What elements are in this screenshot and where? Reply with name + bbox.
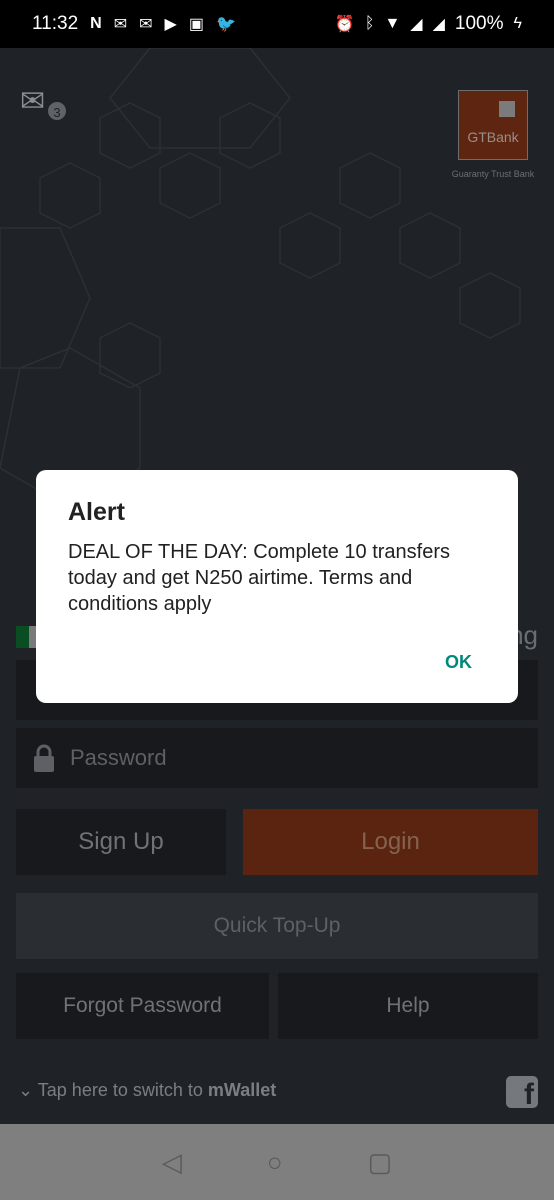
signal-icon: ◢ (410, 16, 423, 33)
password-field[interactable]: Password (16, 728, 538, 788)
clock: 11:32 (32, 13, 79, 34)
home-icon[interactable]: ○ (267, 1147, 283, 1178)
sign-up-button[interactable]: Sign Up (16, 809, 226, 875)
password-placeholder: Password (70, 745, 167, 770)
status-bar: 11:32 N ✉ ✉ ▶ ▣ 🐦 ⏰ ᛒ ▼ ◢ ◢ 100% ϟ (0, 0, 554, 48)
alert-dialog: Alert DEAL OF THE DAY: Complete 10 trans… (36, 470, 518, 703)
back-icon[interactable]: ◁ (162, 1147, 182, 1178)
quick-topup-button[interactable]: Quick Top-Up (16, 893, 538, 959)
recents-icon[interactable]: ▢ (368, 1147, 393, 1178)
login-button[interactable]: Login (243, 809, 538, 875)
logo-tagline: Guaranty Trust Bank (451, 169, 535, 179)
switch-mwallet-link[interactable]: ⌄ Tap here to switch to mWallet (18, 1080, 276, 1101)
wifi-icon: ▼ (384, 15, 401, 32)
battery-level: 100% (454, 13, 504, 34)
gallery-icon: ▣ (188, 16, 204, 33)
signal-icon: ◢ (432, 16, 445, 33)
alarm-icon: ⏰ (334, 16, 355, 33)
forgot-password-button[interactable]: Forgot Password (16, 973, 269, 1039)
youtube-icon: ▶ (164, 16, 177, 33)
mail-icon[interactable]: ✉ (20, 84, 45, 119)
facebook-icon[interactable]: f (506, 1076, 538, 1108)
netflix-icon: N (90, 15, 102, 32)
charging-icon: ϟ (513, 15, 522, 32)
twitter-icon: 🐦 (215, 16, 236, 33)
bluetooth-icon: ᛒ (364, 15, 375, 32)
navigation-bar: ◁ ○ ▢ (0, 1124, 554, 1200)
lock-icon (34, 744, 54, 772)
gtbank-logo: GTBank (458, 90, 528, 160)
help-button[interactable]: Help (278, 973, 538, 1039)
mail-count-badge: 3 (46, 100, 68, 122)
gmail-icon: ✉ (113, 16, 128, 33)
chevron-down-icon: ⌄ (18, 1080, 34, 1100)
dialog-title: Alert (68, 498, 125, 526)
gmail-icon: ✉ (139, 16, 153, 33)
dialog-message: DEAL OF THE DAY: Complete 10 transfers t… (68, 541, 450, 615)
ok-button[interactable]: OK (445, 652, 472, 673)
